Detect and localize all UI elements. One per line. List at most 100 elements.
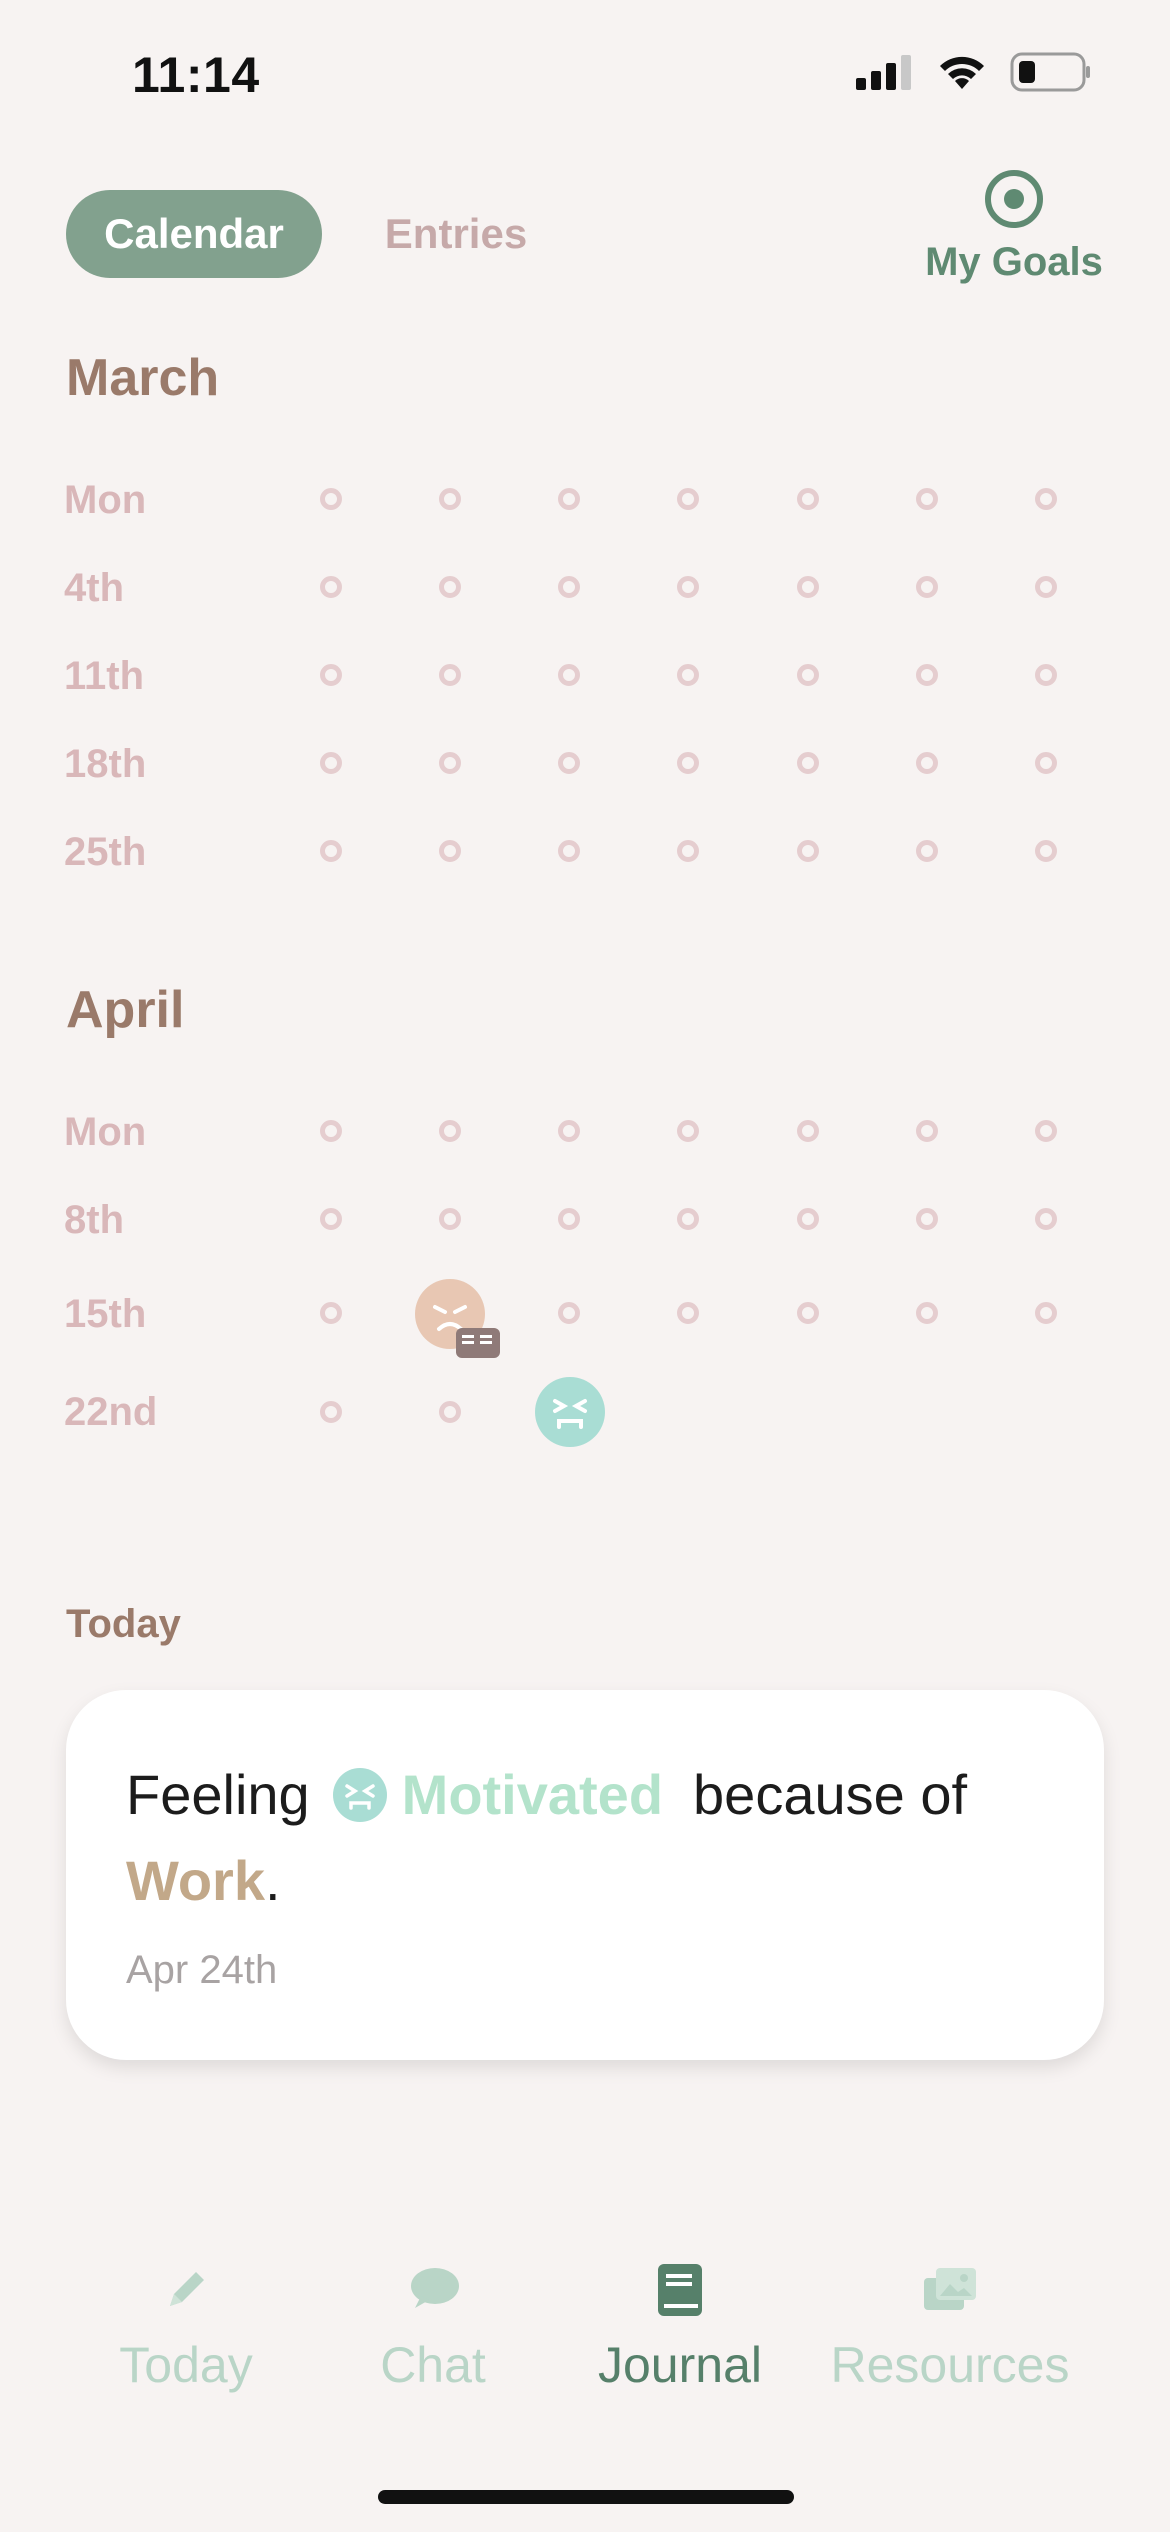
day-dot[interactable] bbox=[320, 1120, 342, 1142]
row-label: 15th bbox=[64, 1292, 147, 1336]
entry-sentence: Feeling Motivated because of bbox=[126, 1762, 967, 1827]
day-dot[interactable] bbox=[916, 1302, 938, 1324]
day-dot[interactable] bbox=[1035, 664, 1057, 686]
day-dot[interactable] bbox=[1035, 752, 1057, 774]
row-label: 11th bbox=[64, 654, 145, 698]
day-dot[interactable] bbox=[677, 1302, 699, 1324]
day-dot[interactable] bbox=[1035, 1120, 1057, 1142]
day-dot[interactable] bbox=[439, 1401, 461, 1423]
day-dot[interactable] bbox=[677, 1120, 699, 1142]
day-dot[interactable] bbox=[677, 488, 699, 510]
entry-mood: Motivated bbox=[401, 1763, 664, 1826]
day-dot[interactable] bbox=[439, 488, 461, 510]
day-dot[interactable] bbox=[797, 1120, 819, 1142]
entry-prefix: Feeling bbox=[126, 1763, 310, 1826]
day-dot[interactable] bbox=[797, 488, 819, 510]
note-badge-icon bbox=[456, 1328, 500, 1358]
book-icon bbox=[658, 2264, 702, 2316]
day-dot[interactable] bbox=[558, 1120, 580, 1142]
day-dot[interactable] bbox=[320, 1302, 342, 1324]
row-label: 22nd bbox=[64, 1390, 158, 1434]
nav-label-journal: Journal bbox=[598, 2337, 762, 2393]
status-time: 11:14 bbox=[132, 47, 260, 103]
day-dot[interactable] bbox=[797, 752, 819, 774]
day-dot[interactable] bbox=[320, 488, 342, 510]
tab-entries[interactable]: Entries bbox=[356, 190, 556, 278]
day-dot[interactable] bbox=[1035, 488, 1057, 510]
my-goals-button[interactable]: My Goals bbox=[924, 168, 1104, 285]
battery-icon bbox=[1010, 52, 1090, 92]
day-dot[interactable] bbox=[797, 840, 819, 862]
entry-reason: Work bbox=[126, 1849, 265, 1912]
day-dot[interactable] bbox=[916, 1208, 938, 1230]
day-dot[interactable] bbox=[439, 1120, 461, 1142]
day-dot[interactable] bbox=[1035, 840, 1057, 862]
nav-today[interactable]: Today bbox=[56, 2260, 316, 2394]
day-dot[interactable] bbox=[797, 1208, 819, 1230]
month-title-march: March bbox=[66, 349, 220, 407]
day-dot[interactable] bbox=[558, 1208, 580, 1230]
row-label: 4th bbox=[64, 566, 124, 610]
wifi-icon bbox=[940, 56, 984, 89]
today-entry-card[interactable]: Feeling Motivated because of Work. Apr 2… bbox=[66, 1690, 1104, 2060]
day-dot[interactable] bbox=[677, 1208, 699, 1230]
status-icons bbox=[856, 52, 1092, 92]
chat-bubble-icon bbox=[411, 2268, 459, 2308]
day-dot[interactable] bbox=[916, 664, 938, 686]
day-dot[interactable] bbox=[916, 840, 938, 862]
day-dot[interactable] bbox=[916, 488, 938, 510]
day-dot[interactable] bbox=[558, 1302, 580, 1324]
mood-entry-motivated[interactable] bbox=[535, 1377, 605, 1447]
signal-icon bbox=[856, 55, 911, 90]
tab-calendar[interactable]: Calendar bbox=[66, 190, 322, 278]
today-section-title: Today bbox=[66, 1602, 181, 1646]
entry-reason-line: Work. bbox=[126, 1848, 281, 1913]
bottom-nav: Today Chat Journal Resources bbox=[0, 2260, 1170, 2420]
day-dot[interactable] bbox=[797, 576, 819, 598]
nav-resources[interactable]: Resources bbox=[820, 2260, 1080, 2394]
day-dot[interactable] bbox=[320, 752, 342, 774]
day-dot[interactable] bbox=[1035, 1208, 1057, 1230]
nav-label-chat: Chat bbox=[380, 2337, 486, 2393]
day-dot[interactable] bbox=[439, 1208, 461, 1230]
day-dot[interactable] bbox=[1035, 1302, 1057, 1324]
row-label: 8th bbox=[64, 1198, 124, 1242]
day-dot[interactable] bbox=[797, 664, 819, 686]
entry-suffix: . bbox=[265, 1849, 281, 1912]
entry-date: Apr 24th bbox=[126, 1948, 278, 1992]
day-dot[interactable] bbox=[320, 840, 342, 862]
day-dot[interactable] bbox=[439, 576, 461, 598]
entry-middle: because of bbox=[693, 1763, 968, 1826]
journal-screen: 11:14 Calendar Entries My Goals March Mo… bbox=[0, 0, 1170, 2532]
day-dot[interactable] bbox=[320, 1208, 342, 1230]
row-label: 25th bbox=[64, 830, 147, 874]
nav-chat[interactable]: Chat bbox=[303, 2260, 563, 2394]
day-dot[interactable] bbox=[320, 664, 342, 686]
day-dot[interactable] bbox=[558, 488, 580, 510]
day-dot[interactable] bbox=[558, 752, 580, 774]
row-label: Mon bbox=[64, 1110, 147, 1154]
nav-label-today: Today bbox=[119, 2337, 253, 2393]
day-dot[interactable] bbox=[320, 576, 342, 598]
images-icon bbox=[924, 2268, 976, 2310]
home-indicator bbox=[378, 2490, 794, 2504]
day-dot[interactable] bbox=[916, 752, 938, 774]
day-dot[interactable] bbox=[677, 752, 699, 774]
day-dot[interactable] bbox=[677, 576, 699, 598]
day-dot[interactable] bbox=[558, 576, 580, 598]
day-dot[interactable] bbox=[1035, 576, 1057, 598]
nav-journal[interactable]: Journal bbox=[550, 2260, 810, 2394]
day-dot[interactable] bbox=[916, 1120, 938, 1142]
day-dot[interactable] bbox=[916, 576, 938, 598]
month-title-april: April bbox=[66, 981, 185, 1039]
day-dot[interactable] bbox=[439, 840, 461, 862]
day-dot[interactable] bbox=[677, 840, 699, 862]
day-dot[interactable] bbox=[558, 664, 580, 686]
day-dot[interactable] bbox=[677, 664, 699, 686]
day-dot[interactable] bbox=[439, 664, 461, 686]
day-dot[interactable] bbox=[320, 1401, 342, 1423]
day-dot[interactable] bbox=[558, 840, 580, 862]
nav-label-resources: Resources bbox=[830, 2337, 1070, 2393]
day-dot[interactable] bbox=[439, 752, 461, 774]
day-dot[interactable] bbox=[797, 1302, 819, 1324]
